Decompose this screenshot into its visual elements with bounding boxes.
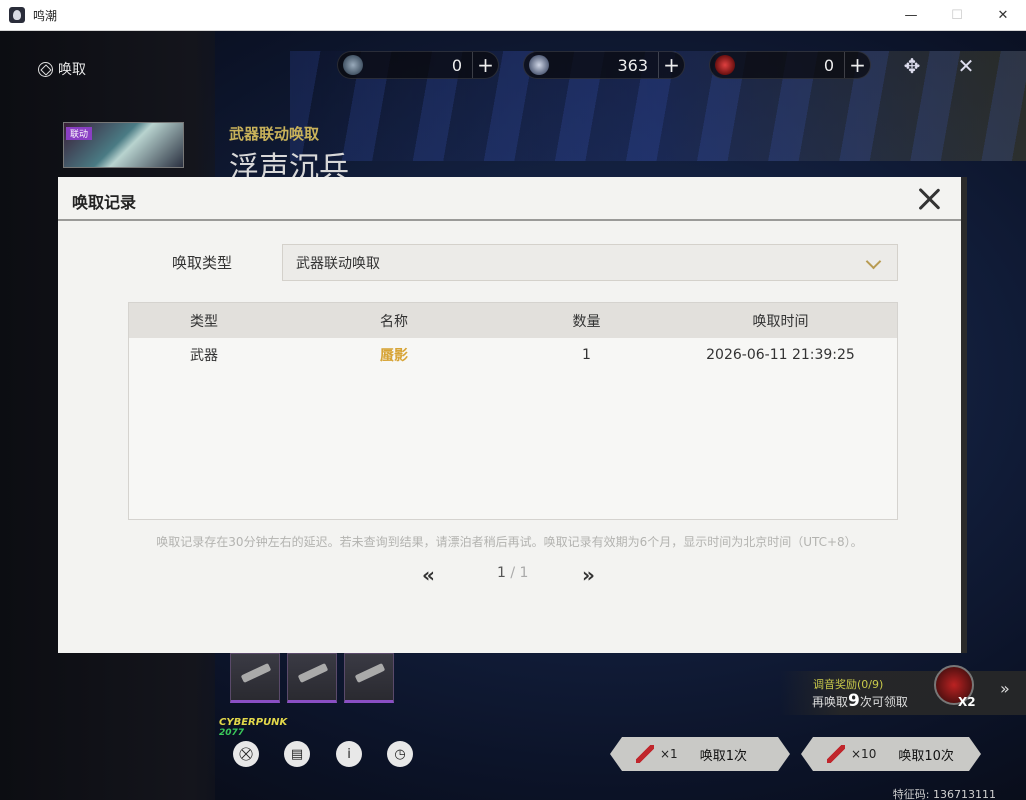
pull-label: 唤取10次 xyxy=(898,748,954,764)
page-header-label: 唤取 xyxy=(58,62,86,78)
currency-value: 0 xyxy=(451,55,462,75)
currency-value: 0 xyxy=(823,55,834,75)
page-header: 唤取 xyxy=(38,59,86,79)
column-header: 唤取时间 xyxy=(752,313,809,330)
info-button[interactable]: i xyxy=(336,741,362,767)
reward-hint-prefix: 再唤取 xyxy=(812,695,849,709)
total-pages: 1 xyxy=(519,565,529,581)
forging-tide-icon xyxy=(827,745,845,763)
cyberpunk-logo-text: CYBERPUNK xyxy=(219,717,288,728)
close-icon[interactable] xyxy=(915,185,943,213)
window-title: 鸣潮 xyxy=(33,8,58,23)
reward-progress: 调音奖励(0/9) xyxy=(813,678,884,691)
weapon-icon xyxy=(297,663,329,683)
history-button[interactable]: ◷ xyxy=(387,741,413,767)
page-separator: / xyxy=(505,565,520,581)
cyberpunk-logo-sub: 2077 xyxy=(219,728,245,738)
prev-page-button[interactable]: « xyxy=(422,563,435,587)
settings-gear-icon[interactable]: ✥ xyxy=(897,51,927,81)
convene-history-modal: 唤取记录 唤取类型 武器联动唤取 类型 名称 数量 唤取时间 武器 蜃影 1 2… xyxy=(58,177,967,653)
details-button[interactable]: ▤ xyxy=(284,741,310,767)
forging-tide-icon xyxy=(636,745,654,763)
featured-weapon-slot[interactable] xyxy=(230,653,280,703)
delay-notice: 唤取记录存在30分钟左右的延迟。若未查询到结果，请漂泊者稍后再试。唤取记录有效期… xyxy=(156,535,863,549)
convene-icon xyxy=(38,61,53,77)
cell-count: 1 xyxy=(582,347,591,363)
current-page: 1 xyxy=(497,565,506,581)
window-titlebar: 鸣潮 — ☐ ✕ xyxy=(0,0,1026,31)
column-header: 数量 xyxy=(572,313,601,330)
chevron-down-icon xyxy=(865,253,882,270)
convene-10-button[interactable]: ×10 唤取10次 xyxy=(801,737,981,771)
modal-title: 唤取记录 xyxy=(72,193,137,212)
pull-label: 唤取1次 xyxy=(699,748,747,764)
page-indicator: 1 / 1 xyxy=(497,565,528,581)
convene-1-button[interactable]: ×1 唤取1次 xyxy=(610,737,790,771)
reward-multiplier: X2 xyxy=(958,695,976,709)
pagination: « 1 / 1 » xyxy=(58,563,961,587)
exit-icon[interactable]: ✕ xyxy=(951,51,981,81)
add-astrite-button[interactable]: + xyxy=(658,52,684,78)
app-logo-icon xyxy=(9,7,25,23)
featured-weapon-slot[interactable] xyxy=(287,653,337,703)
column-header: 名称 xyxy=(380,313,408,330)
table-row: 武器 蜃影 1 2026-06-11 21:39:25 xyxy=(129,338,897,372)
feature-code: 特征码: 136713111 xyxy=(892,788,996,800)
cell-time: 2026-06-11 21:39:25 xyxy=(706,347,855,363)
pull-cost: ×10 xyxy=(851,747,877,761)
cell-type: 武器 xyxy=(190,348,218,364)
next-page-button[interactable]: » xyxy=(582,563,595,587)
reward-arrow-icon[interactable]: » xyxy=(1000,679,1010,698)
currency-value: 363 xyxy=(617,55,648,75)
reward-hint-suffix: 次可领取 xyxy=(859,695,908,709)
window-controls: — ☐ ✕ xyxy=(888,0,1026,31)
cell-name: 蜃影 xyxy=(380,348,408,364)
add-forging-tide-button[interactable]: + xyxy=(844,52,870,78)
banner-subtitle: 武器联动唤取 xyxy=(229,125,320,143)
table-header: 类型 名称 数量 唤取时间 xyxy=(129,303,897,338)
currency-astrite: 363 + xyxy=(523,51,685,79)
shop-button[interactable]: ⛒ xyxy=(233,741,259,767)
weapon-icon xyxy=(240,663,272,683)
reward-hint: 再唤取9次可领取 xyxy=(812,691,908,711)
convene-type-value: 武器联动唤取 xyxy=(296,255,380,272)
cyberpunk-logo: CYBERPUNK 2077 xyxy=(219,717,287,738)
forging-tide-icon xyxy=(715,55,735,75)
lunite-icon xyxy=(343,55,363,75)
featured-weapon-slot[interactable] xyxy=(344,653,394,703)
add-lunite-button[interactable]: + xyxy=(472,52,498,78)
modal-header: 唤取记录 xyxy=(58,177,961,221)
close-window-button[interactable]: ✕ xyxy=(980,0,1026,31)
convene-type-select[interactable]: 武器联动唤取 xyxy=(282,244,898,281)
reward-hint-number: 9 xyxy=(848,691,860,711)
weapon-icon xyxy=(354,663,386,683)
history-table: 类型 名称 数量 唤取时间 武器 蜃影 1 2026-06-11 21:39:2… xyxy=(128,302,898,520)
astrite-icon xyxy=(529,55,549,75)
pull-cost: ×1 xyxy=(660,747,678,761)
maximize-button: ☐ xyxy=(951,8,963,23)
currency-forging-tide: 0 + xyxy=(709,51,871,79)
convene-type-label: 唤取类型 xyxy=(172,254,233,272)
collab-tag: 联动 xyxy=(66,127,93,140)
banner-thumbnail[interactable]: 联动 xyxy=(63,122,184,168)
minimize-button[interactable]: — xyxy=(888,0,934,31)
column-header: 类型 xyxy=(190,313,218,330)
currency-lunite: 0 + xyxy=(337,51,499,79)
